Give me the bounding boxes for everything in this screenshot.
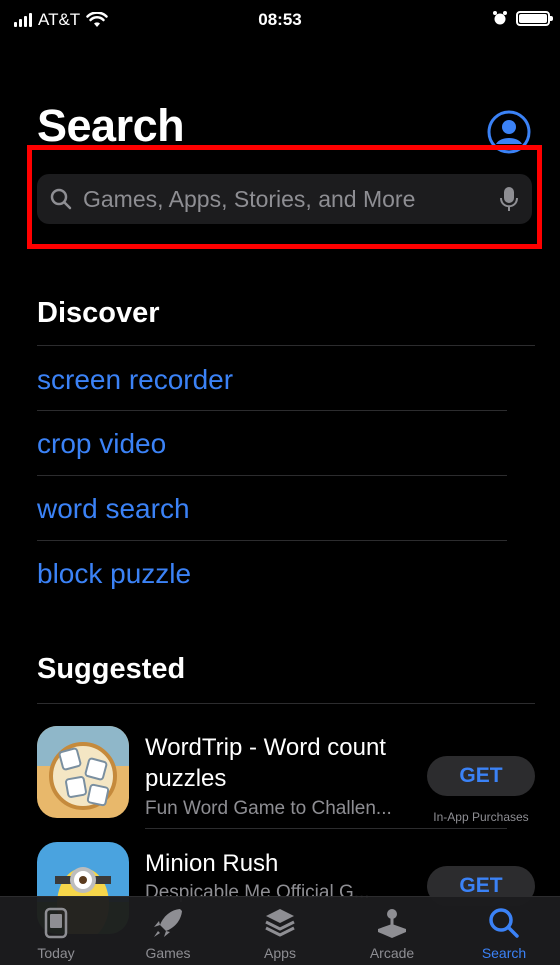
tab-arcade[interactable]: Arcade [336, 897, 448, 965]
discover-heading: Discover [37, 297, 160, 329]
magnifier-icon [50, 188, 72, 210]
discover-item-word-search[interactable]: word search [37, 491, 190, 527]
tab-apps[interactable]: Apps [224, 897, 336, 965]
battery-icon [516, 10, 553, 26]
tab-label: Today [37, 945, 75, 961]
status-time: 08:53 [258, 10, 302, 29]
divider [37, 540, 507, 541]
tab-search[interactable]: Search [448, 897, 560, 965]
divider [37, 703, 535, 704]
wordtrip-app-icon[interactable] [37, 726, 129, 818]
app-subtitle: Fun Word Game to Challen... [145, 798, 392, 819]
divider [37, 345, 535, 346]
app-row-wordtrip[interactable]: WordTrip - Word count puzzles Fun Word G… [37, 726, 537, 836]
tab-label: Apps [264, 945, 296, 961]
today-icon [44, 907, 68, 939]
tab-label: Games [145, 945, 191, 961]
search-field[interactable] [37, 174, 532, 224]
joystick-icon [378, 909, 406, 938]
search-input[interactable] [81, 184, 498, 214]
divider [37, 410, 507, 411]
tab-label: Arcade [369, 945, 415, 961]
discover-item-block-puzzle[interactable]: block puzzle [37, 556, 191, 592]
alarm-icon [493, 11, 507, 25]
discover-item-crop-video[interactable]: crop video [37, 426, 166, 462]
search-icon [489, 908, 519, 938]
rocket-icon [154, 909, 182, 937]
divider [145, 828, 507, 829]
tab-bar: Today Games Apps Arcade Search [0, 896, 560, 965]
tab-today[interactable]: Today [0, 897, 112, 965]
tab-games[interactable]: Games [112, 897, 224, 965]
layers-icon [265, 909, 295, 937]
in-app-purchases-note: In-App Purchases [433, 810, 529, 824]
status-bar: AT&T 08:53 [0, 0, 560, 40]
divider [37, 475, 507, 476]
suggested-heading: Suggested [37, 653, 186, 685]
app-name: WordTrip - Word count puzzles [145, 734, 386, 792]
tab-label: Search [481, 945, 527, 961]
get-button[interactable]: GET [427, 756, 535, 796]
microphone-icon[interactable] [498, 185, 520, 213]
discover-item-screen-recorder[interactable]: screen recorder [37, 362, 233, 398]
app-name: Minion Rush [145, 850, 279, 877]
